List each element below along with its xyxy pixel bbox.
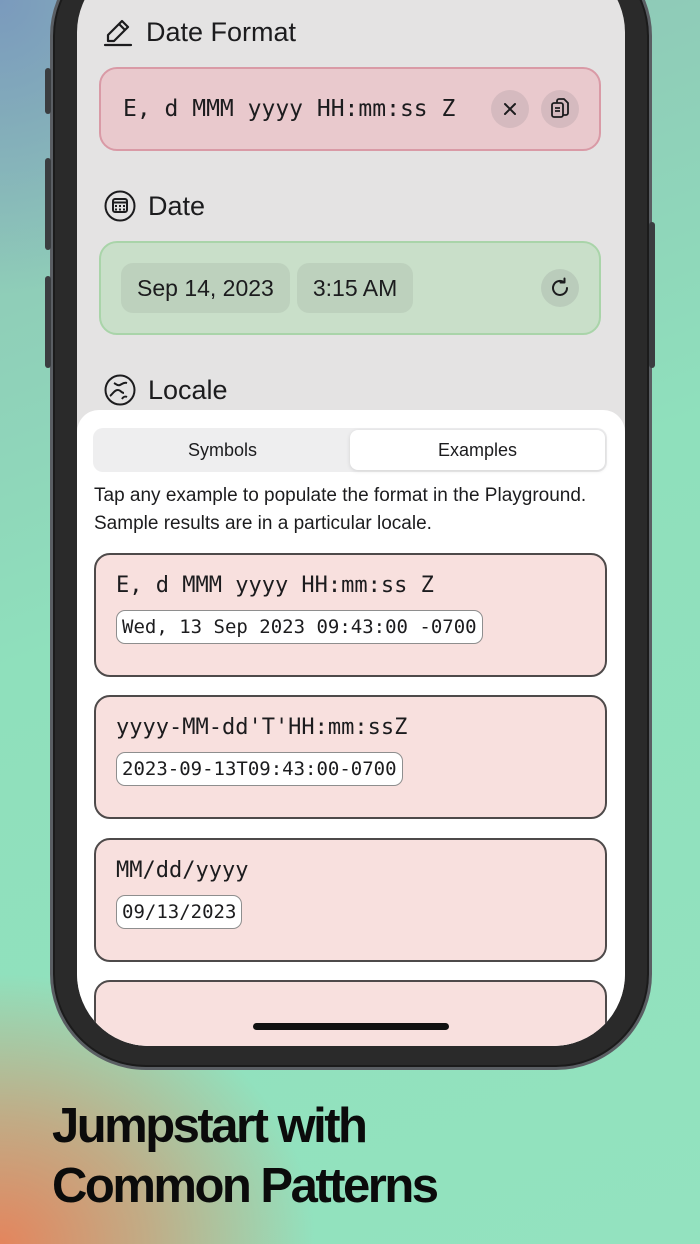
example-card[interactable]: MM/dd/yyyy 09/13/2023 (94, 838, 607, 962)
date-picker-row: Sep 14, 2023 3:15 AM (99, 241, 601, 335)
app-screen: Date Format E, d MMM yyyy HH:mm:ss Z Dat… (77, 0, 625, 1046)
marketing-headline: Jumpstart with Common Patterns (52, 1096, 439, 1216)
locale-title: Locale (148, 374, 228, 405)
copy-icon (551, 98, 569, 118)
headline-line-2: Common Patterns (52, 1159, 439, 1213)
home-indicator (253, 1023, 449, 1030)
description-line-1: Tap any example to populate the format i… (94, 485, 587, 506)
example-result: Wed, 13 Sep 2023 09:43:00 -0700 (116, 610, 483, 644)
example-pattern: MM/dd/yyyy (116, 858, 249, 883)
description-line-2: Sample results are in a particular local… (94, 513, 432, 534)
example-result: 09/13/2023 (116, 895, 243, 929)
clear-button[interactable] (491, 90, 529, 128)
tab-symbols[interactable]: Symbols (95, 430, 350, 470)
copy-button[interactable] (541, 90, 579, 128)
format-value[interactable]: E, d MMM yyyy HH:mm:ss Z (123, 96, 479, 122)
date-picker[interactable]: Sep 14, 2023 (121, 263, 290, 313)
date-format-title: Date Format (146, 16, 297, 47)
format-field[interactable]: E, d MMM yyyy HH:mm:ss Z (99, 67, 601, 151)
globe-icon (104, 374, 136, 406)
locale-header: Locale (104, 374, 228, 406)
phone-power-button (649, 222, 655, 368)
time-picker[interactable]: 3:15 AM (296, 263, 414, 313)
close-icon (504, 103, 516, 115)
example-card[interactable]: E, d MMM yyyy HH:mm:ss Z Wed, 13 Sep 202… (94, 553, 607, 677)
date-header: Date (104, 190, 205, 222)
example-card-partial[interactable] (94, 980, 607, 1046)
date-format-header: Date Format (102, 16, 296, 48)
pencil-icon (102, 16, 134, 48)
refresh-icon (552, 277, 568, 296)
example-pattern: E, d MMM yyyy HH:mm:ss Z (116, 573, 434, 598)
phone-volume-down-button (45, 276, 51, 368)
phone-side-button (45, 68, 51, 114)
tab-examples[interactable]: Examples (350, 430, 605, 470)
examples-sheet: Symbols Examples Tap any example to popu… (77, 410, 625, 1046)
phone-screen: Date Format E, d MMM yyyy HH:mm:ss Z Dat… (77, 0, 625, 1046)
date-title: Date (148, 190, 206, 221)
example-result: 2023-09-13T09:43:00-0700 (116, 752, 403, 786)
calendar-icon (104, 190, 136, 222)
sheet-description: Tap any example to populate the format i… (94, 482, 604, 538)
example-pattern: yyyy-MM-dd'T'HH:mm:ssZ (116, 715, 408, 740)
example-card[interactable]: yyyy-MM-dd'T'HH:mm:ssZ 2023-09-13T09:43:… (94, 695, 607, 819)
headline-line-1: Jumpstart with (52, 1099, 368, 1153)
phone-volume-up-button (45, 158, 51, 250)
reset-date-button[interactable] (541, 269, 579, 307)
segmented-control: Symbols Examples (93, 428, 607, 472)
